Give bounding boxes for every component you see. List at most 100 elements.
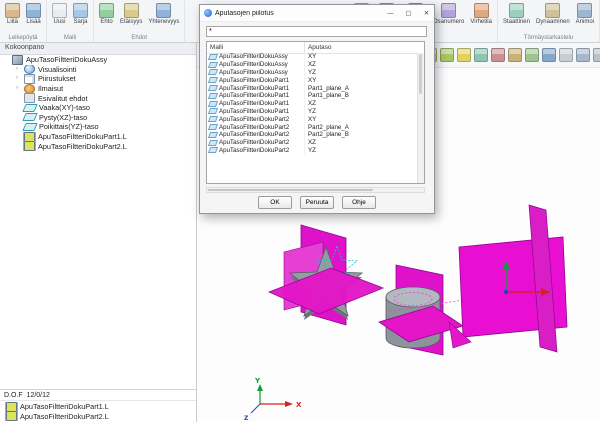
cylinder-top-face[interactable] xyxy=(386,287,440,307)
base-coordinate-triad: Y X Z xyxy=(244,377,302,422)
selected-parts-list: ApuTasoFiltteriDokuPart1.LApuTasoFiltter… xyxy=(0,400,196,422)
minimize-icon[interactable]: — xyxy=(383,6,398,21)
help-button[interactable]: Ohje xyxy=(342,196,376,209)
static-check-icon xyxy=(509,3,524,18)
plane-cell: XY xyxy=(305,53,316,60)
coordinate-system-icon[interactable] xyxy=(457,48,471,62)
selected-part-item[interactable]: ApuTasoFiltteriDokuPart1.L xyxy=(0,402,196,412)
ribbon-button-label: Uusi xyxy=(53,19,65,25)
animate-button[interactable]: Animoi xyxy=(574,2,596,26)
plane-row[interactable]: ApuTasoFiltteriDokuPart2Part2_plane_A xyxy=(207,123,418,131)
plane-row[interactable]: ApuTasoFiltteriDokuPart1Part1_plane_B xyxy=(207,92,418,100)
model-cell: ApuTasoFiltteriDokuAssy xyxy=(207,61,305,69)
sensors-icon xyxy=(24,84,35,94)
filter-input[interactable] xyxy=(206,26,427,37)
new-button[interactable]: Uusi xyxy=(50,2,69,26)
background-icon[interactable] xyxy=(542,48,556,62)
sketch-visibility-icon[interactable] xyxy=(440,48,454,62)
maximize-icon[interactable]: ▢ xyxy=(401,6,416,21)
vertical-scrollbar-thumb[interactable] xyxy=(419,54,422,94)
plane-row-icon xyxy=(208,62,218,68)
dynamic-check-icon xyxy=(545,3,560,18)
selected-part-item[interactable]: ApuTasoFiltteriDokuPart2.L xyxy=(0,411,196,421)
ribbon-button-label: Liitä xyxy=(7,19,18,25)
ribbon-button-label: Ehto xyxy=(100,19,112,25)
tree-item-esivalitut-ehdot[interactable]: Esivalitut ehdot xyxy=(0,93,196,103)
help-tool-icon[interactable] xyxy=(576,48,590,62)
plane-row-icon xyxy=(208,85,218,91)
ribbon-left-groups: LiitäLisääLeikepöytäUusiSarjaMalliEhtoEt… xyxy=(0,0,185,42)
column-header-malli[interactable]: Malli xyxy=(207,42,305,53)
plane-row[interactable]: ApuTasoFiltteriDokuAssyXZ xyxy=(207,61,418,69)
ribbon-button-label: Dynaaminen xyxy=(536,19,570,25)
plane-row[interactable]: ApuTasoFiltteriDokuPart1Part1_plane_A xyxy=(207,84,418,92)
relationship-button[interactable]: Ehto xyxy=(97,2,116,26)
plane-cell: XZ xyxy=(305,61,316,68)
panel-header: Kokoonpano xyxy=(0,42,196,55)
appearance-icon[interactable] xyxy=(525,48,539,62)
plane-row-icon xyxy=(208,77,218,83)
close-icon[interactable]: ✕ xyxy=(419,6,434,21)
plane-list: Malli Aputaso ApuTasoFiltteriDokuAssyXYA… xyxy=(206,41,425,184)
plane-row[interactable]: ApuTasoFiltteriDokuPart2Part2_plane_B xyxy=(207,131,418,139)
tree-item-visualisointi[interactable]: ›Visualisointi xyxy=(0,65,196,75)
dialog-aputasojen-piilotus: Aputasojen piilotus — ▢ ✕ Malli Aputaso … xyxy=(199,4,435,214)
ribbon-group-label: Ehdot xyxy=(94,35,184,41)
tree-item-poikittais-yz-taso[interactable]: Poikittais(YZ)-taso xyxy=(0,122,196,132)
model-cell: ApuTasoFiltteriDokuPart1 xyxy=(207,84,305,92)
pattern-button[interactable]: Sarja xyxy=(71,2,90,26)
part-icon xyxy=(6,411,17,421)
tree-item-pysty-xz-taso[interactable]: Pysty(XZ)-taso xyxy=(0,113,196,123)
pathfinder-panel: Kokoonpano ApuTasoFiltteriDokuAssy›Visua… xyxy=(0,42,197,422)
ribbon-button-label: Etäisyys xyxy=(120,19,142,25)
ok-button[interactable]: OK xyxy=(258,196,292,209)
plane-row[interactable]: ApuTasoFiltteriDokuPart2YZ xyxy=(207,147,418,155)
tree-item-vaaka-xy-taso[interactable]: Vaaka(XY)-taso xyxy=(0,103,196,113)
section-view-icon[interactable] xyxy=(491,48,505,62)
dynamic-check-button[interactable]: Dynaaminen xyxy=(534,2,572,26)
plane-cell: XZ xyxy=(305,139,316,146)
ribbon-group: Liitä Lisää Leikepöytä xyxy=(0,0,47,42)
tree-item-ilmaisut[interactable]: › Ilmaisut xyxy=(0,84,196,94)
plane-row[interactable]: ApuTasoFiltteriDokuAssyXY xyxy=(207,53,418,61)
horizontal-scrollbar-thumb[interactable] xyxy=(208,189,373,191)
pmi-visibility-icon[interactable] xyxy=(474,48,488,62)
chevron-right-icon[interactable]: › xyxy=(16,74,21,83)
ribbon-button-label: Osanumero xyxy=(433,19,464,25)
ribbon-group-label: Törmäystarkastelu xyxy=(498,35,599,41)
plane-row[interactable]: ApuTasoFiltteriDokuPart2XY xyxy=(207,115,418,123)
horizontal-scrollbar[interactable] xyxy=(206,187,425,193)
window-layout-icon[interactable] xyxy=(559,48,573,62)
column-header-aputaso[interactable]: Aputaso xyxy=(305,42,331,53)
distance-button[interactable]: Etäisyys xyxy=(118,2,144,26)
static-check-button[interactable]: Staattinen xyxy=(501,2,532,26)
plane-row[interactable]: ApuTasoFiltteriDokuAssyYZ xyxy=(207,69,418,77)
dialog-titlebar[interactable]: Aputasojen piilotus — ▢ ✕ xyxy=(200,5,434,22)
tree-item-aputasofiltteridokuassy[interactable]: ApuTasoFiltteriDokuAssy xyxy=(0,55,196,65)
vertical-scrollbar[interactable] xyxy=(417,53,424,183)
tree-item-aputasofiltteridokupart1-l[interactable]: ApuTasoFiltteriDokuPart1.L xyxy=(0,132,196,142)
cancel-button[interactable]: Peruuta xyxy=(300,196,334,209)
ribbon-button-label: Lisää xyxy=(26,19,40,25)
coincidence-button[interactable]: Yhtenevyys xyxy=(146,2,181,26)
chevron-right-icon[interactable]: › xyxy=(16,84,21,93)
paste-button[interactable]: Liitä xyxy=(3,2,22,26)
tree-item-piirustukset[interactable]: › Piirustukset xyxy=(0,74,196,84)
part-number-button[interactable]: Osanumero xyxy=(431,2,466,26)
plane-row[interactable]: ApuTasoFiltteriDokuPart1YZ xyxy=(207,108,418,116)
plane-row[interactable]: ApuTasoFiltteriDokuPart1XZ xyxy=(207,100,418,108)
more-tools-icon[interactable] xyxy=(593,48,600,62)
tree-item-label: Ilmaisut xyxy=(38,84,63,93)
paste-icon xyxy=(5,3,20,18)
tree-item-aputasofiltteridokupart2-l[interactable]: ApuTasoFiltteriDokuPart2.L xyxy=(0,141,196,151)
error-state-button[interactable]: Virhetila xyxy=(468,2,494,26)
measure-icon[interactable] xyxy=(508,48,522,62)
add-part-button[interactable]: Lisää xyxy=(24,2,43,26)
plane-row[interactable]: ApuTasoFiltteriDokuPart2XZ xyxy=(207,139,418,147)
tree-item-label: Piirustukset xyxy=(38,74,76,83)
model-name: ApuTasoFiltteriDokuPart1 xyxy=(219,92,289,99)
ribbon-group-label: Leikepöytä xyxy=(0,35,46,41)
chevron-right-icon[interactable]: › xyxy=(16,65,21,74)
plane-row[interactable]: ApuTasoFiltteriDokuPart1XY xyxy=(207,76,418,84)
application-window: Liitä Lisää Leikepöytä Uusi Sarja Malli Ehto Et… xyxy=(0,0,600,422)
